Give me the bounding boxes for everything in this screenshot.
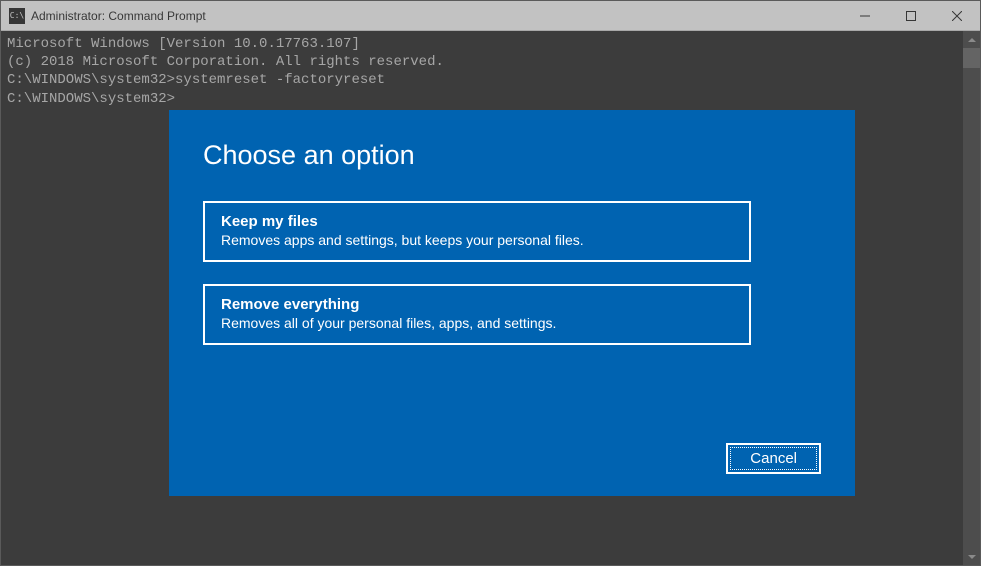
- scroll-up-button[interactable]: [963, 31, 980, 48]
- scrollbar[interactable]: [963, 31, 980, 565]
- option-desc: Removes apps and settings, but keeps you…: [221, 232, 733, 248]
- cmd-icon: C:\: [9, 8, 25, 24]
- option-desc: Removes all of your personal files, apps…: [221, 315, 733, 331]
- console-line: C:\WINDOWS\system32>: [7, 90, 974, 108]
- option-title: Remove everything: [221, 296, 733, 313]
- console-line: (c) 2018 Microsoft Corporation. All righ…: [7, 53, 974, 71]
- scroll-down-button[interactable]: [963, 548, 980, 565]
- cancel-button[interactable]: Cancel: [726, 443, 821, 474]
- window-title: Administrator: Command Prompt: [31, 9, 842, 23]
- titlebar: C:\ Administrator: Command Prompt: [1, 1, 980, 31]
- option-keep-files[interactable]: Keep my files Removes apps and settings,…: [203, 201, 751, 262]
- console-line: C:\WINDOWS\system32>systemreset -factory…: [7, 71, 974, 89]
- option-remove-everything[interactable]: Remove everything Removes all of your pe…: [203, 284, 751, 345]
- scroll-thumb[interactable]: [963, 48, 980, 68]
- minimize-button[interactable]: [842, 1, 888, 30]
- console-line: Microsoft Windows [Version 10.0.17763.10…: [7, 35, 974, 53]
- window-controls: [842, 1, 980, 30]
- maximize-button[interactable]: [888, 1, 934, 30]
- dialog-title: Choose an option: [203, 140, 821, 171]
- dialog-footer: Cancel: [203, 443, 821, 474]
- close-button[interactable]: [934, 1, 980, 30]
- cmd-icon-text: C:\: [10, 11, 24, 20]
- option-title: Keep my files: [221, 213, 733, 230]
- reset-dialog: Choose an option Keep my files Removes a…: [169, 110, 855, 496]
- command-prompt-window: C:\ Administrator: Command Prompt Micros…: [0, 0, 981, 566]
